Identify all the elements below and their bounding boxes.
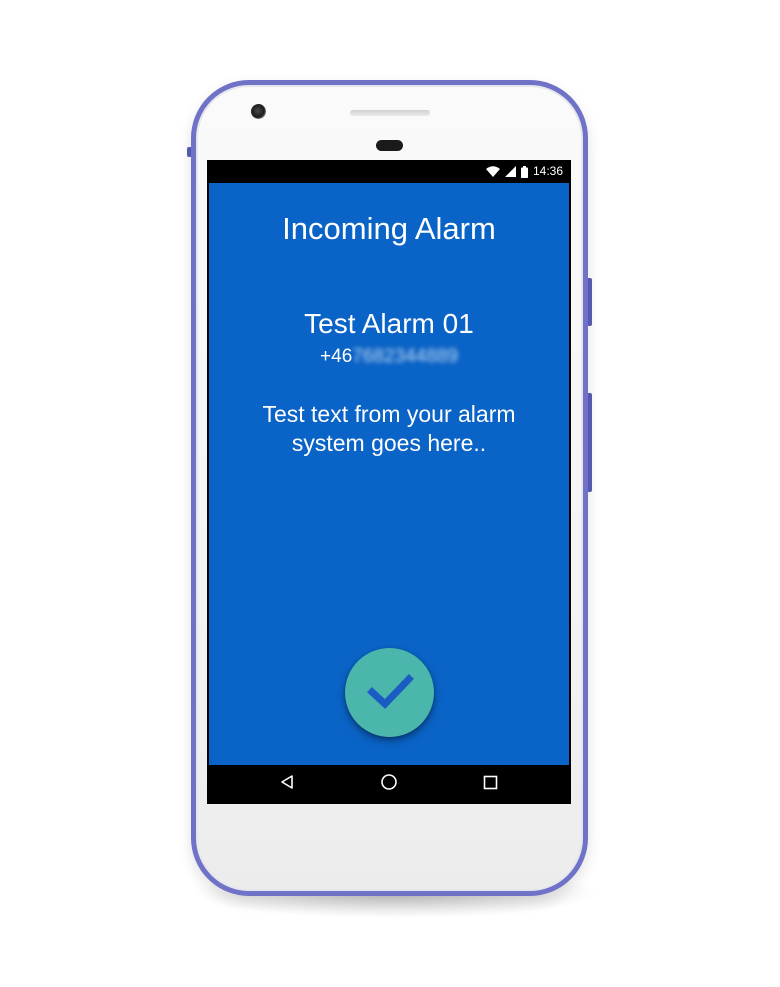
back-icon	[279, 774, 295, 795]
wifi-icon	[485, 166, 500, 177]
alarm-name: Test Alarm 01	[304, 308, 474, 339]
nav-recents-button[interactable]	[460, 765, 520, 804]
nav-back-button[interactable]	[257, 765, 317, 804]
device-mockup: 14:36 Incoming Alarm Test Alarm 01 +4676…	[0, 0, 780, 987]
nav-home-button[interactable]	[359, 765, 419, 804]
checkmark-icon	[364, 665, 416, 720]
status-bar: 14:36	[207, 160, 571, 183]
acknowledge-button[interactable]	[345, 648, 434, 737]
battery-icon	[520, 165, 528, 178]
alarm-phone-number: +467682344889	[209, 345, 569, 369]
earpiece-speaker	[350, 110, 430, 116]
proximity-sensor	[376, 140, 403, 151]
phone-screen: 14:36 Incoming Alarm Test Alarm 01 +4676…	[207, 160, 571, 804]
phone-obscured-digits: 7682344889	[352, 346, 458, 367]
page-title: Incoming Alarm	[282, 211, 496, 246]
incoming-alarm-screen: Incoming Alarm Test Alarm 01 +4676823448…	[209, 183, 569, 765]
alarm-message: Test text from your alarm system goes he…	[262, 401, 516, 456]
signal-icon	[504, 166, 516, 177]
front-camera	[251, 104, 266, 119]
status-time: 14:36	[532, 164, 563, 178]
phone-prefix: +46	[320, 346, 353, 367]
status-icons: 14:36	[485, 160, 563, 183]
navigation-bar	[207, 765, 571, 804]
home-icon	[380, 773, 398, 796]
recents-icon	[483, 775, 498, 795]
